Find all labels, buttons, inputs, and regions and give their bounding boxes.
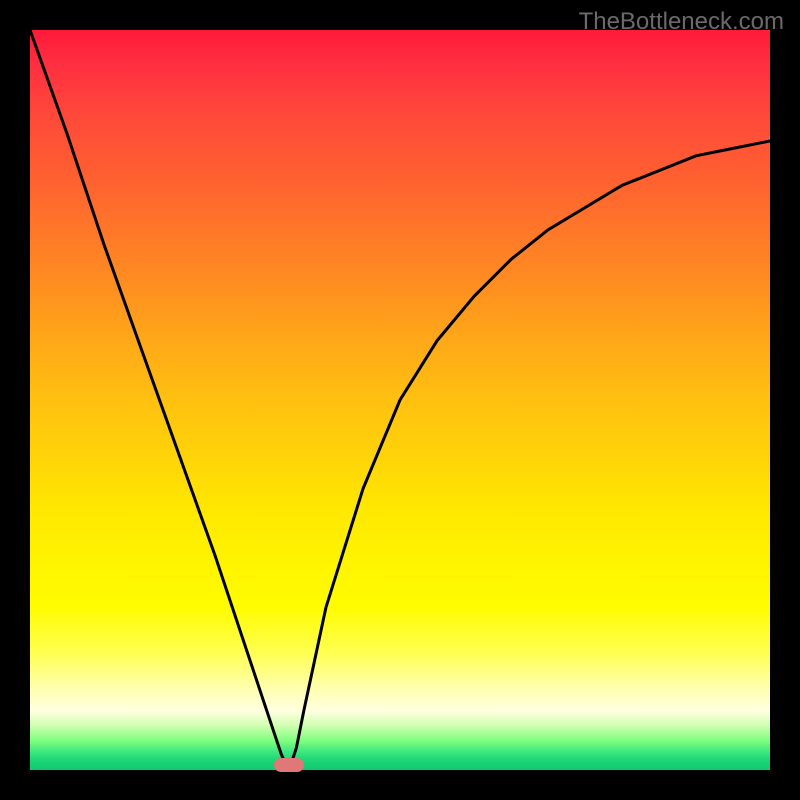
chart-plot-area — [30, 30, 770, 770]
minimum-marker — [274, 758, 304, 772]
curve-svg — [30, 30, 770, 770]
watermark-text: TheBottleneck.com — [579, 8, 784, 36]
bottleneck-curve-line — [30, 30, 770, 770]
